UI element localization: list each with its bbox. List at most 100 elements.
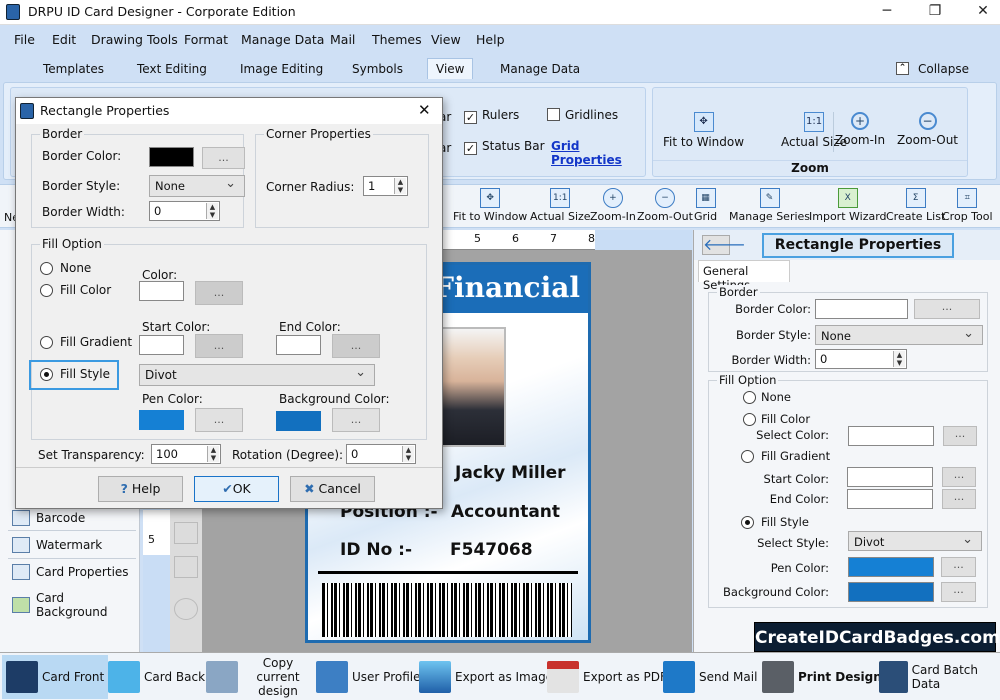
tab-manage-data[interactable]: Manage Data xyxy=(500,62,580,76)
background-color-swatch[interactable] xyxy=(848,582,934,602)
toolbar-zoom-out[interactable]: − Zoom-Out xyxy=(637,188,693,223)
collapse-button[interactable]: ⌃ Collapse xyxy=(896,62,969,76)
fit-to-window-button[interactable]: ✥ Fit to Window xyxy=(663,112,744,149)
fill-style-select[interactable]: Divot xyxy=(848,531,982,551)
border-style-select[interactable]: None xyxy=(815,325,983,345)
send-mail-button[interactable]: Send Mail xyxy=(663,655,757,699)
fill-style-select[interactable]: Divot xyxy=(139,364,375,386)
border-color-picker-button[interactable]: ... xyxy=(202,147,245,169)
background-color-picker-button[interactable]: ... xyxy=(332,408,380,432)
toolbar-manage-series[interactable]: ✎ Manage Series xyxy=(729,188,810,223)
radio-fill-gradient[interactable] xyxy=(741,450,754,463)
end-color-picker-button[interactable]: ... xyxy=(332,334,380,358)
fill-color-swatch[interactable] xyxy=(848,426,934,446)
border-color-picker-button[interactable]: ... xyxy=(914,299,980,319)
end-color-picker-button[interactable]: ... xyxy=(942,489,976,509)
card-name[interactable]: Jacky Miller xyxy=(455,463,566,483)
corner-radius-input[interactable]: 1 ▲ ▼ xyxy=(363,176,408,196)
user-profile-button[interactable]: User Profile xyxy=(316,655,420,699)
pen-color-picker-button[interactable]: ... xyxy=(941,557,976,577)
tab-view[interactable]: View xyxy=(427,58,474,79)
menu-format[interactable]: Format xyxy=(184,32,228,47)
menu-view[interactable]: View xyxy=(431,32,461,47)
menu-help[interactable]: Help xyxy=(476,32,505,47)
gridlines-checkbox[interactable]: Gridlines xyxy=(547,108,618,122)
start-color-swatch[interactable] xyxy=(139,335,184,355)
fill-color-picker-button[interactable]: ... xyxy=(195,281,243,305)
toolbar-crop-tool[interactable]: ⌗ Crop Tool xyxy=(942,188,993,223)
radio-fill-gradient[interactable] xyxy=(40,336,53,349)
status-bar-checkbox[interactable]: ✓ Status Bar xyxy=(464,139,545,155)
pen-color-swatch[interactable] xyxy=(848,557,934,577)
left-item-watermark[interactable]: Watermark xyxy=(12,537,102,553)
border-style-select[interactable]: None xyxy=(149,175,245,197)
tab-symbols[interactable]: Symbols xyxy=(352,62,403,76)
menu-manage-data[interactable]: Manage Data xyxy=(241,32,324,47)
tool-frame-icon[interactable] xyxy=(174,522,198,544)
toolbar-zoom-in[interactable]: + Zoom-In xyxy=(590,188,636,223)
start-color-picker-button[interactable]: ... xyxy=(942,467,976,487)
card-position[interactable]: Accountant xyxy=(451,502,560,522)
minimize-button[interactable]: ─ xyxy=(872,3,902,19)
border-color-swatch[interactable] xyxy=(815,299,908,319)
card-id-label[interactable]: ID No :- xyxy=(340,540,412,560)
help-button[interactable]: ? Help xyxy=(98,476,183,502)
radio-fill-color[interactable] xyxy=(40,284,53,297)
radio-fill-style[interactable] xyxy=(741,516,754,529)
pen-color-swatch[interactable] xyxy=(139,410,184,430)
zoom-out-button[interactable]: − Zoom-Out xyxy=(897,112,958,147)
toolbar-actual-size[interactable]: 1:1 Actual Size xyxy=(530,188,591,223)
left-item-barcode[interactable]: Barcode xyxy=(12,510,85,526)
menu-themes[interactable]: Themes xyxy=(372,32,422,47)
menu-file[interactable]: File xyxy=(14,32,35,47)
menu-mail[interactable]: Mail xyxy=(330,32,355,47)
radio-fill-color[interactable] xyxy=(743,413,756,426)
rotation-input[interactable]: 0 ▲ ▼ xyxy=(346,444,416,464)
tool-zoom-icon[interactable] xyxy=(174,598,198,620)
border-width-input[interactable]: 0 ▲ ▼ xyxy=(815,349,907,369)
toolbar-import-wizard[interactable]: X Import Wizard xyxy=(809,188,887,223)
card-front-button[interactable]: Card Front xyxy=(2,655,109,699)
dialog-close-button[interactable]: ✕ xyxy=(418,101,431,119)
zoom-in-button[interactable]: + Zoom-In xyxy=(835,112,885,147)
tab-text-editing[interactable]: Text Editing xyxy=(137,62,207,76)
close-button[interactable]: ✕ xyxy=(968,3,998,19)
export-image-button[interactable]: Export as Image xyxy=(419,655,553,699)
toolbar-grid[interactable]: ▦ Grid xyxy=(694,188,717,223)
tool-move-icon[interactable] xyxy=(174,556,198,578)
fill-color-swatch[interactable] xyxy=(139,281,184,301)
pen-color-picker-button[interactable]: ... xyxy=(195,408,243,432)
menu-edit[interactable]: Edit xyxy=(52,32,76,47)
radio-none[interactable] xyxy=(743,391,756,404)
end-color-swatch[interactable] xyxy=(276,335,321,355)
start-color-swatch[interactable] xyxy=(847,467,933,487)
end-color-swatch[interactable] xyxy=(847,489,933,509)
grid-properties-link[interactable]: Grid Properties xyxy=(551,139,645,167)
card-id[interactable]: F547068 xyxy=(450,540,533,560)
radio-fill-style[interactable] xyxy=(40,368,53,381)
transparency-input[interactable]: 100 ▲ ▼ xyxy=(151,444,221,464)
toolbar-fit-to-window[interactable]: ✥ Fit to Window xyxy=(453,188,527,223)
cancel-button[interactable]: ✖ Cancel xyxy=(290,476,375,502)
rulers-checkbox[interactable]: ✓ Rulers xyxy=(464,108,519,124)
tab-templates[interactable]: Templates xyxy=(43,62,104,76)
ok-button[interactable]: ✔OK xyxy=(194,476,279,502)
menu-drawing-tools[interactable]: Drawing Tools xyxy=(91,32,178,47)
background-color-picker-button[interactable]: ... xyxy=(941,582,976,602)
left-item-card-properties[interactable]: Card Properties xyxy=(12,564,129,580)
border-color-swatch[interactable] xyxy=(149,147,194,167)
radio-none[interactable] xyxy=(40,262,53,275)
export-pdf-button[interactable]: Export as PDF xyxy=(547,655,667,699)
back-arrow-button[interactable]: 🡐 xyxy=(702,235,746,255)
card-back-button[interactable]: Card Back xyxy=(108,655,205,699)
tab-image-editing[interactable]: Image Editing xyxy=(240,62,323,76)
card-batch-data-button[interactable]: Card Batch Data xyxy=(879,655,1000,699)
left-item-card-background[interactable]: Card Background xyxy=(12,591,139,619)
card-barcode[interactable] xyxy=(322,583,572,637)
toolbar-create-list[interactable]: Σ Create List xyxy=(886,188,945,223)
tab-general-settings[interactable]: General Settings xyxy=(698,260,790,292)
start-color-picker-button[interactable]: ... xyxy=(195,334,243,358)
copy-design-button[interactable]: Copy current design xyxy=(206,655,314,699)
fill-color-picker-button[interactable]: ... xyxy=(943,426,977,446)
maximize-button[interactable]: ❐ xyxy=(920,3,950,19)
